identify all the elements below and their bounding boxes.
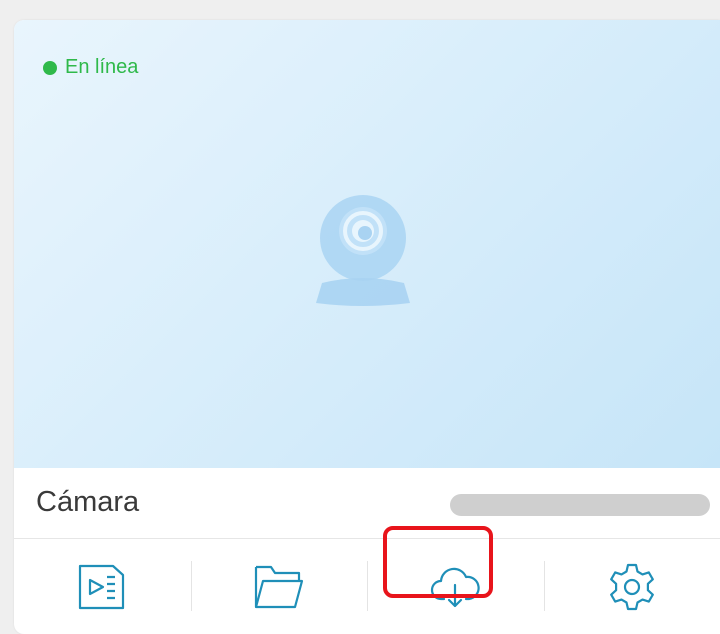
status-label: En línea [65,56,139,78]
device-info-row: Cámara [14,468,720,539]
camera-preview[interactable]: En línea [14,20,720,468]
playback-button[interactable] [14,539,191,634]
folder-icon [254,565,303,608]
device-name: Cámara [36,486,140,518]
device-toolbar [14,539,720,634]
cloud-download-icon [431,567,480,607]
status-dot [43,60,57,75]
cloud-download-button[interactable] [367,539,544,634]
device-screen: En línea Cámara [0,0,720,634]
files-button[interactable] [190,539,368,634]
video-playback-icon [79,564,125,609]
device-id-redacted [450,494,710,516]
settings-button[interactable] [543,539,720,634]
online-status: En línea [43,56,138,79]
camera-icon [316,195,410,306]
gear-icon [609,563,654,610]
device-card: En línea Cámara [14,20,720,634]
